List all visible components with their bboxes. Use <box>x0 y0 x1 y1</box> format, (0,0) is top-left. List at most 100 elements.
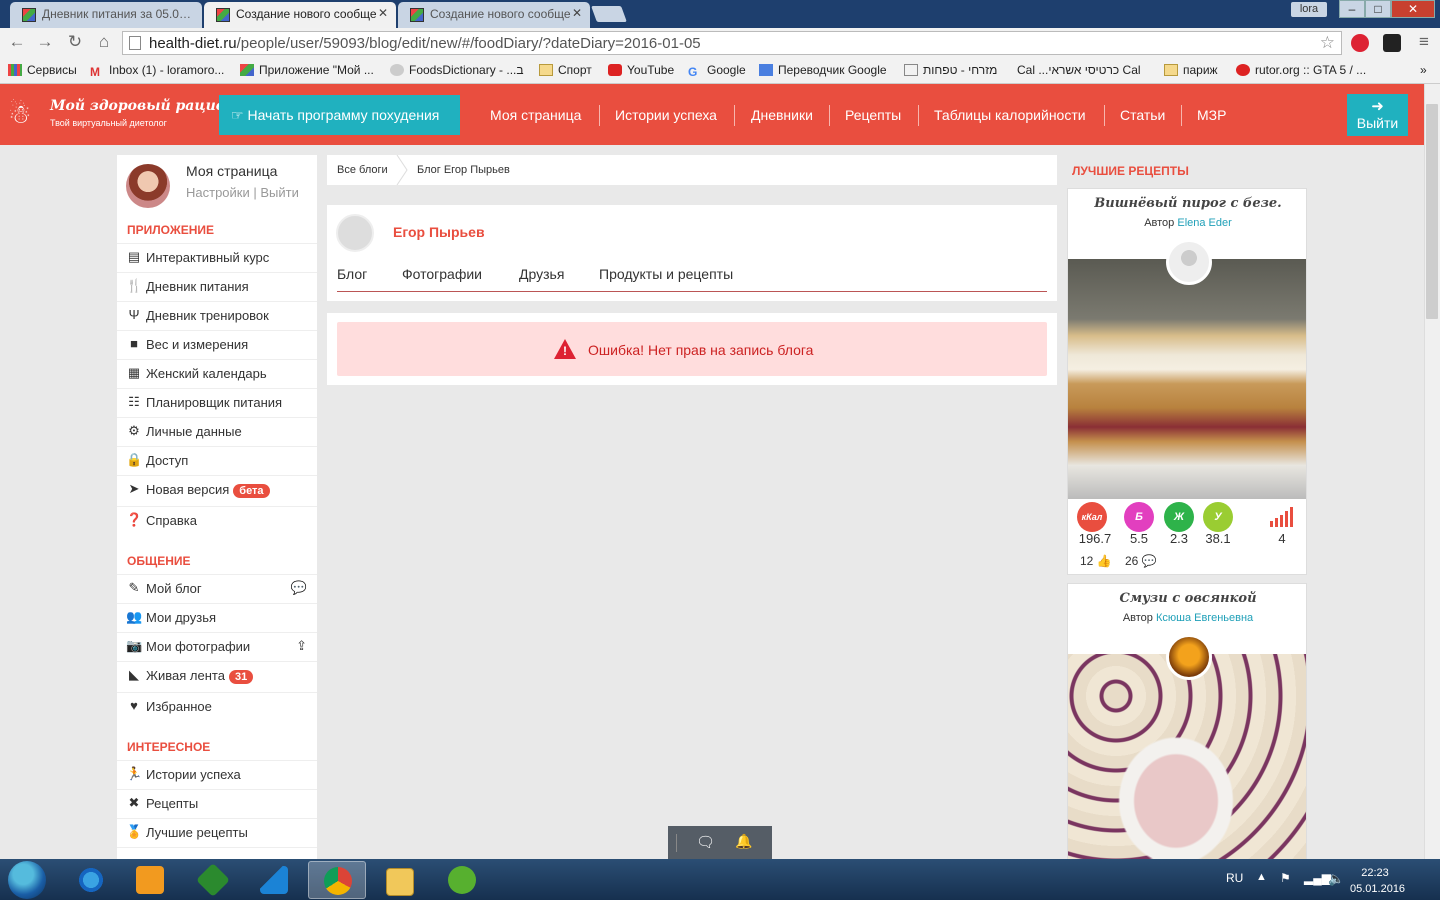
nav-recipes[interactable]: Рецепты <box>845 107 901 123</box>
upload-icon[interactable]: ⇪ <box>296 638 307 654</box>
bell-icon[interactable]: 🔔 <box>735 833 752 850</box>
nav-calorie-tables[interactable]: Таблицы калорийности <box>934 107 1086 123</box>
close-window-button[interactable]: ✕ <box>1391 0 1435 18</box>
nav-diaries[interactable]: Дневники <box>751 107 813 123</box>
tab-friends[interactable]: Друзья <box>519 266 564 282</box>
recipe-card[interactable]: Смузи с овсянкой Автор Ксюша Евгеньевна <box>1067 583 1307 863</box>
exit-link[interactable]: Выйти <box>260 185 299 200</box>
author-avatar[interactable] <box>1166 239 1212 285</box>
menu-icon[interactable]: ≡ <box>1413 32 1435 52</box>
bookmark-item[interactable]: париж <box>1164 63 1218 77</box>
bookmark-item[interactable]: rutor.org :: GTA 5 / ... <box>1236 63 1366 77</box>
taskbar-chrome[interactable] <box>308 861 366 899</box>
sidebar-item-planner[interactable]: ☷ Планировщик питания <box>117 388 317 417</box>
sidebar-item-cut-off[interactable] <box>117 847 317 859</box>
back-icon[interactable]: ← <box>6 32 28 52</box>
tray-expand-icon[interactable]: ▲ <box>1256 871 1267 883</box>
settings-link[interactable]: Настройки <box>186 185 250 200</box>
bookmark-item[interactable]: YouTube <box>608 63 674 77</box>
taskbar-ie[interactable] <box>62 861 120 899</box>
bookmark-item[interactable]: Спорт <box>539 63 592 77</box>
author-link[interactable]: Ксюша Евгеньевна <box>1156 612 1253 624</box>
browser-tab-active[interactable]: Создание нового сообще ✕ <box>204 2 396 28</box>
taskbar-explorer[interactable] <box>371 861 429 899</box>
sidebar-item-recipes[interactable]: ✖ Рецепты <box>117 789 317 818</box>
sidebar-item-success-stories[interactable]: 🏃 Истории успеха <box>117 760 317 789</box>
logout-button[interactable]: ➜ Выйти <box>1347 94 1408 136</box>
sidebar-item-access[interactable]: 🔒 Доступ <box>117 446 317 475</box>
nav-articles[interactable]: Статьи <box>1120 107 1165 123</box>
sidebar-item-help[interactable]: ❓ Справка <box>117 506 317 535</box>
taskbar-clock[interactable]: 22:23 05.01.2016 <box>1350 865 1405 897</box>
tab-blog[interactable]: Блог <box>337 266 367 282</box>
comments-icon[interactable]: 💬 <box>1142 554 1157 568</box>
nav-mzr[interactable]: МЗР <box>1197 107 1226 123</box>
bookmark-item[interactable]: G Google <box>688 63 746 79</box>
home-icon[interactable]: ⌂ <box>93 32 115 52</box>
bookmark-item[interactable]: Сервисы <box>8 63 77 77</box>
drag-handle[interactable] <box>676 834 677 852</box>
sidebar-item-calendar[interactable]: ▦ Женский календарь <box>117 359 317 388</box>
recipe-photo[interactable] <box>1068 259 1306 499</box>
sidebar-item-live-feed[interactable]: ◣ Живая лента 31 <box>117 661 317 690</box>
sidebar-item-favorites[interactable]: ♥ Избранное <box>117 692 317 721</box>
comments-icon[interactable]: 💬 <box>291 580 307 596</box>
taskbar-media-player[interactable] <box>121 861 179 899</box>
author-avatar[interactable] <box>1166 634 1212 680</box>
maximize-button[interactable]: □ <box>1365 0 1391 18</box>
recipe-title[interactable]: Смузи с овсянкой <box>1068 591 1306 606</box>
close-tab-icon[interactable]: ✕ <box>378 6 388 20</box>
minimize-button[interactable]: – <box>1339 0 1365 18</box>
extension-icon[interactable] <box>1383 34 1401 52</box>
nav-success-stories[interactable]: Истории успеха <box>615 107 717 123</box>
nav-my-page[interactable]: Моя страница <box>490 107 581 123</box>
thumbs-up-icon[interactable]: 👍 <box>1097 554 1112 568</box>
avatar[interactable] <box>126 164 170 208</box>
sidebar-item-friends[interactable]: 👥 Мои друзья <box>117 603 317 632</box>
close-tab-icon[interactable]: ✕ <box>572 6 582 20</box>
blog-owner-name[interactable]: Егор Пырьев <box>393 224 485 240</box>
tab-photos[interactable]: Фотографии <box>402 266 482 282</box>
new-tab-button[interactable] <box>591 6 627 22</box>
recipe-card[interactable]: Вишнёвый пирог с безе. Автор Elena Eder … <box>1067 188 1307 575</box>
sidebar-item-new-version[interactable]: ➤ Новая версия бета <box>117 475 317 504</box>
chat-icon[interactable]: 🗨 <box>696 833 715 851</box>
sidebar-item-best-recipes[interactable]: 🏅 Лучшие рецепты <box>117 818 317 847</box>
tab-products-recipes[interactable]: Продукты и рецепты <box>599 266 733 282</box>
browser-tab[interactable]: Создание нового сообще ✕ <box>398 2 590 28</box>
language-indicator[interactable]: RU <box>1226 871 1243 885</box>
reload-icon[interactable]: ↻ <box>64 32 86 52</box>
my-page-link[interactable]: Моя страница <box>186 163 277 179</box>
author-link[interactable]: Elena Eder <box>1177 217 1231 229</box>
avatar[interactable] <box>336 214 374 252</box>
sidebar-item-course[interactable]: ▤ Интерактивный курс <box>117 243 317 272</box>
breadcrumb-all-blogs[interactable]: Все блоги <box>337 164 388 176</box>
start-button[interactable] <box>8 861 46 899</box>
taskbar-utorrent[interactable] <box>433 861 491 899</box>
sidebar-item-weight[interactable]: ■ Вес и измерения <box>117 330 317 359</box>
profile-chip[interactable]: lora <box>1291 2 1327 17</box>
bookmark-star-icon[interactable]: ☆ <box>1320 33 1335 53</box>
bookmark-item[interactable]: Переводчик Google <box>759 63 887 77</box>
start-weight-loss-button[interactable]: ☞ Начать программу похудения <box>219 95 460 135</box>
sidebar-item-my-blog[interactable]: ✎ Мой блог 💬 <box>117 574 317 603</box>
sidebar-item-personal-data[interactable]: ⚙ Личные данные <box>117 417 317 446</box>
address-bar[interactable]: health-diet.ru/people/user/59093/blog/ed… <box>122 31 1342 55</box>
bookmark-item[interactable]: Приложение "Мой ... <box>240 63 374 77</box>
bookmark-item[interactable]: FoodsDictionary - ...ב <box>390 63 524 77</box>
sidebar-item-food-diary[interactable]: 🍴 Дневник питания <box>117 272 317 301</box>
scrollbar-thumb[interactable] <box>1426 104 1438 319</box>
bookmark-item[interactable]: M Inbox (1) - loramoro... <box>90 63 224 79</box>
sidebar-item-training-diary[interactable]: Ψ Дневник тренировок <box>117 301 317 330</box>
browser-tab[interactable]: Дневник питания за 05.0… <box>10 2 202 28</box>
adblock-extension-icon[interactable] <box>1351 34 1369 52</box>
flag-icon[interactable]: ⚑ <box>1280 871 1291 885</box>
network-icon[interactable]: ▂▄▆ <box>1304 871 1331 885</box>
sidebar-item-photos[interactable]: 📷 Мои фотографии ⇪ <box>117 632 317 661</box>
bookmark-item[interactable]: מזרחי - טפחות <box>904 63 997 77</box>
bookmark-item[interactable]: Cal ...כרטיסי אשראי Cal <box>1012 63 1141 77</box>
recipe-photo[interactable] <box>1068 654 1306 862</box>
recipe-title[interactable]: Вишнёвый пирог с безе. <box>1068 196 1306 211</box>
taskbar-app-shark[interactable] <box>245 861 303 899</box>
bookmarks-overflow-button[interactable]: » <box>1420 63 1427 77</box>
